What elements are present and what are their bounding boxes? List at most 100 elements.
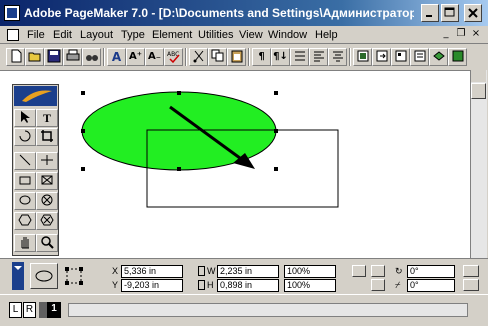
proxy-reference-point[interactable] xyxy=(64,266,84,286)
menu-layout[interactable]: Layout xyxy=(80,28,113,43)
pointer-tool[interactable] xyxy=(14,109,36,127)
width-field[interactable]: 2,235 in xyxy=(217,265,279,278)
ellipse-frame-tool[interactable] xyxy=(36,192,58,210)
horizontal-scrollbar[interactable] xyxy=(68,303,468,317)
font-size-up-button[interactable]: A⁺ xyxy=(126,48,145,66)
zoom-tool[interactable] xyxy=(36,234,58,252)
width-percent-field[interactable]: 100% xyxy=(284,265,336,278)
document-icon[interactable] xyxy=(7,29,19,41)
height-nudge[interactable] xyxy=(198,280,205,290)
hand-icon xyxy=(21,237,29,249)
find-button[interactable] xyxy=(82,48,101,66)
ellipse-frame-icon xyxy=(41,194,53,206)
flip-horizontal-button[interactable] xyxy=(371,265,385,277)
menu-utilities[interactable]: Utilities xyxy=(198,28,233,43)
rotate-icon xyxy=(19,130,31,142)
paragraph-button[interactable]: ¶ xyxy=(252,48,271,66)
width-nudge[interactable] xyxy=(198,266,205,276)
polygon-tool[interactable] xyxy=(14,212,36,230)
control-palette: X Y 5,336 in -9,203 in W H 2,235 in 0,89… xyxy=(0,258,488,293)
rotation-field[interactable]: 0° xyxy=(407,265,455,278)
ellipse-object-icon xyxy=(35,270,53,282)
bullets-button[interactable] xyxy=(290,48,309,66)
scroll-up-button[interactable] xyxy=(471,70,486,82)
menu-edit[interactable]: Edit xyxy=(53,28,72,43)
place-button[interactable] xyxy=(391,48,410,66)
polygon-frame-icon xyxy=(40,214,54,226)
hand-tool[interactable] xyxy=(14,234,36,252)
menu-view[interactable]: View xyxy=(239,28,263,43)
x-position-field[interactable]: 5,336 in xyxy=(121,265,183,278)
pagemaker-app-icon[interactable] xyxy=(4,5,20,21)
skew-icon: ⌿ xyxy=(395,280,401,290)
proportional-scaling-button[interactable] xyxy=(352,265,366,277)
spell-check-icon: ABC xyxy=(167,51,180,64)
mdi-restore-button[interactable]: ❐ xyxy=(455,29,467,41)
export-icon xyxy=(376,50,387,62)
menu-type[interactable]: Type xyxy=(121,28,145,43)
copy-button[interactable] xyxy=(208,48,227,66)
flip-vertical-button[interactable] xyxy=(371,279,385,291)
close-button[interactable] xyxy=(464,4,482,22)
feather-logo-icon xyxy=(22,90,52,102)
w-label: W xyxy=(207,266,216,276)
document-workspace[interactable] xyxy=(0,70,470,258)
line-tool[interactable] xyxy=(14,152,36,170)
skew-field[interactable]: 0° xyxy=(407,279,455,292)
font-size-down-button[interactable]: A₋ xyxy=(145,48,164,66)
page-canvas[interactable] xyxy=(0,71,470,259)
height-percent-field[interactable]: 100% xyxy=(284,279,336,292)
height-field[interactable]: 0,898 in xyxy=(217,279,279,292)
layers-icon xyxy=(432,51,445,61)
reflect-button[interactable] xyxy=(463,265,479,277)
maximize-button[interactable] xyxy=(441,4,459,22)
rectangle-tool[interactable] xyxy=(14,172,36,190)
toolbox-header-logo xyxy=(14,86,57,106)
frame-button[interactable] xyxy=(353,48,372,66)
scroll-thumb[interactable] xyxy=(471,83,486,99)
constrained-line-tool[interactable] xyxy=(36,152,58,170)
new-document-button[interactable] xyxy=(6,48,25,66)
menu-element[interactable]: Element xyxy=(152,28,192,43)
toolbox-palette: T xyxy=(12,84,59,256)
ellipse-tool[interactable] xyxy=(14,192,36,210)
right-master-page-tab[interactable]: R xyxy=(23,302,36,318)
minimize-button[interactable] xyxy=(421,4,439,22)
x-label: X xyxy=(112,266,119,276)
font-button[interactable]: A xyxy=(107,48,126,66)
rectangle-frame-tool[interactable] xyxy=(36,172,58,190)
mdi-close-button[interactable]: × xyxy=(470,29,482,41)
styles-button[interactable] xyxy=(410,48,429,66)
ellipse-icon xyxy=(19,195,31,205)
layers-button[interactable] xyxy=(429,48,448,66)
left-master-page-tab[interactable]: L xyxy=(9,302,22,318)
align-center-icon xyxy=(332,51,343,62)
polygon-icon xyxy=(18,214,32,226)
indents-tabs-button[interactable]: ¶↓ xyxy=(271,48,290,66)
cut-button[interactable] xyxy=(189,48,208,66)
export-button[interactable] xyxy=(372,48,391,66)
control-palette-grip[interactable] xyxy=(12,262,24,290)
rectangle-icon xyxy=(19,176,31,185)
spelling-button[interactable]: ABC xyxy=(164,48,183,66)
reflect-vertical-button[interactable] xyxy=(463,279,479,291)
align-center-button[interactable] xyxy=(328,48,347,66)
save-button[interactable] xyxy=(44,48,63,66)
paste-button[interactable] xyxy=(227,48,246,66)
colors-button[interactable] xyxy=(448,48,467,66)
menu-window[interactable]: Window xyxy=(268,28,307,43)
crop-tool[interactable] xyxy=(36,128,58,146)
rotate-tool[interactable] xyxy=(14,128,36,146)
y-position-field[interactable]: -9,203 in xyxy=(121,279,183,292)
new-document-icon xyxy=(11,49,21,63)
object-mode-button[interactable] xyxy=(30,263,58,289)
align-left-button[interactable] xyxy=(309,48,328,66)
print-button[interactable] xyxy=(63,48,82,66)
menu-file[interactable]: File xyxy=(27,28,45,43)
page-1-tab[interactable]: 1 xyxy=(47,302,61,318)
open-button[interactable] xyxy=(25,48,44,66)
polygon-frame-tool[interactable] xyxy=(36,212,58,230)
text-tool[interactable]: T xyxy=(36,109,58,127)
mdi-minimize-button[interactable]: _ xyxy=(440,29,452,41)
menu-help[interactable]: Help xyxy=(315,28,338,43)
